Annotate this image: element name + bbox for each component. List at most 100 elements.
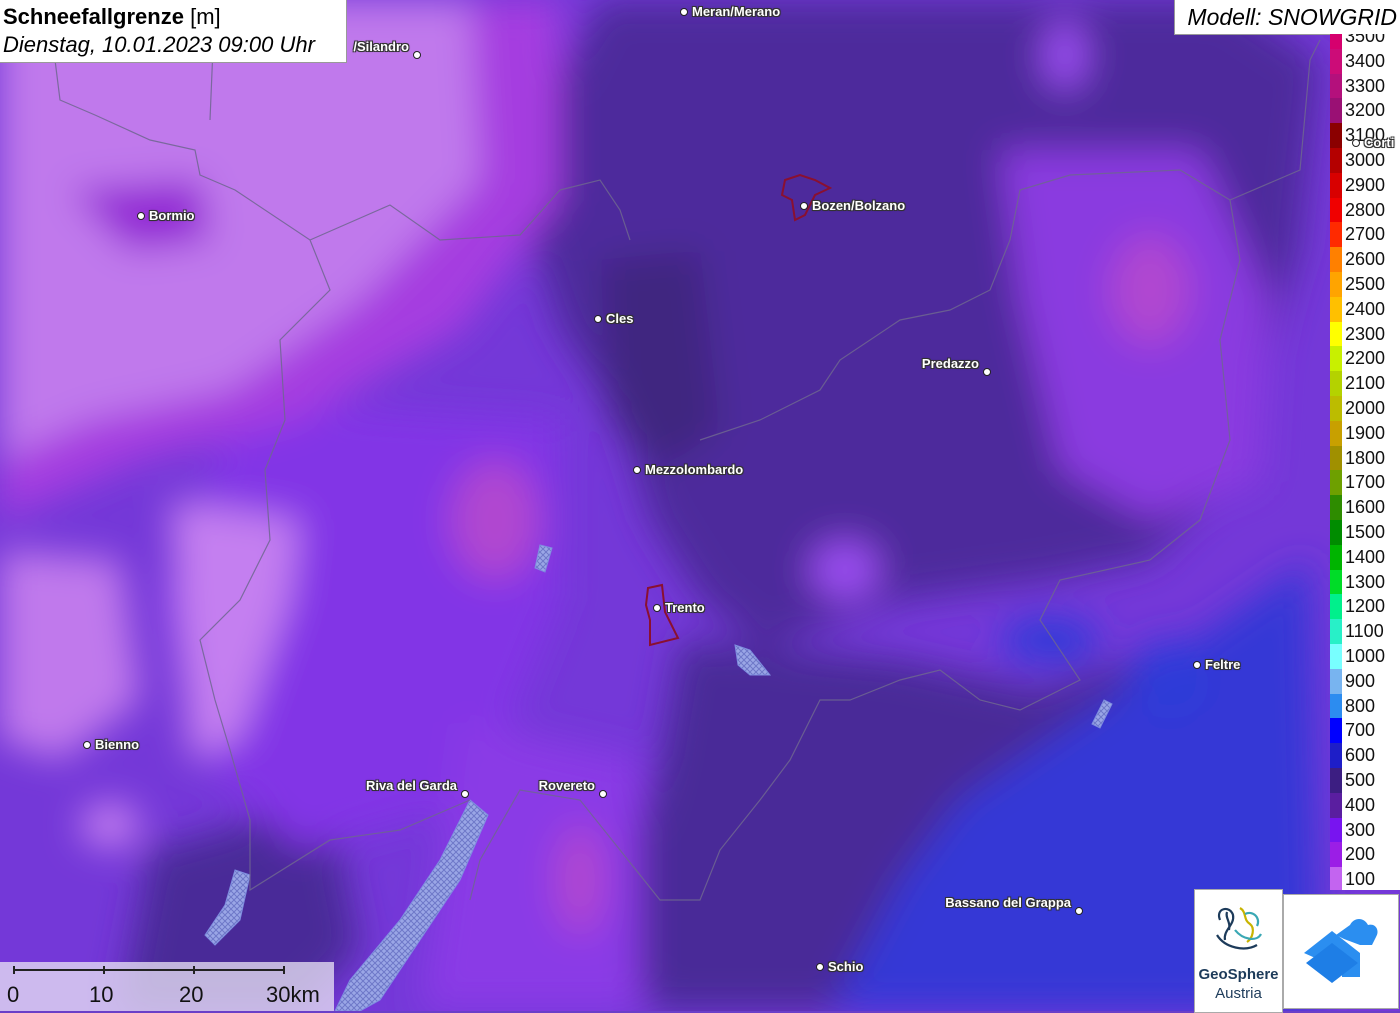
map-title: Schneefallgrenze [m] bbox=[3, 4, 221, 30]
city-label[interactable]: Bormio bbox=[149, 208, 195, 223]
legend-swatch bbox=[1330, 346, 1342, 372]
legend-row: 3000 bbox=[1330, 148, 1400, 173]
city-marker bbox=[679, 7, 688, 16]
legend-swatch bbox=[1330, 34, 1342, 49]
city-label[interactable]: Rovereto bbox=[539, 778, 595, 793]
scale-bar: 0 10 20 30km bbox=[0, 962, 334, 1011]
city-label[interactable]: Riva del Garda bbox=[366, 778, 457, 793]
scale-tick-0: 0 bbox=[7, 982, 20, 1007]
legend-row: 1900 bbox=[1330, 420, 1400, 446]
city-marker bbox=[799, 201, 808, 210]
legend-label: 2100 bbox=[1345, 373, 1386, 394]
legend-label: 2000 bbox=[1345, 398, 1386, 418]
scale-tick-30: 30km bbox=[266, 982, 320, 1007]
zone-100-spot-3 bbox=[80, 803, 140, 847]
legend-row: 1200 bbox=[1330, 594, 1400, 620]
legend-label: 2200 bbox=[1345, 348, 1386, 369]
legend-row: 3300 bbox=[1330, 73, 1400, 99]
legend-swatch bbox=[1330, 569, 1342, 595]
legend-label: 500 bbox=[1345, 770, 1376, 790]
scale-tick-10: 10 bbox=[89, 982, 114, 1007]
legend-swatch bbox=[1330, 98, 1342, 124]
geosphere-logo[interactable]: GeoSphere Austria bbox=[1194, 889, 1283, 1013]
legend-row: 200 bbox=[1330, 842, 1400, 868]
zone-400-spot-south bbox=[555, 825, 605, 935]
legend-row: 1800 bbox=[1330, 445, 1400, 471]
legend-swatch bbox=[1330, 470, 1342, 496]
zone-200-spot-1 bbox=[810, 540, 880, 600]
legend-label: 900 bbox=[1345, 670, 1376, 691]
snowfall-map[interactable] bbox=[0, 0, 1400, 1011]
city-label[interactable]: Mezzolombardo bbox=[645, 462, 743, 477]
legend-row: 1000 bbox=[1330, 644, 1400, 669]
city-label[interactable]: Cles bbox=[606, 311, 633, 326]
legend-swatch bbox=[1330, 544, 1342, 570]
legend-label: 2500 bbox=[1345, 274, 1386, 294]
legend-swatch bbox=[1330, 197, 1342, 223]
legend-swatch bbox=[1330, 73, 1342, 99]
legend-label: 1000 bbox=[1345, 646, 1386, 666]
zone-400-spot-west bbox=[450, 460, 540, 580]
legend-swatch bbox=[1330, 619, 1342, 644]
legend-label: 1800 bbox=[1345, 447, 1386, 468]
title-main: Schneefallgrenze bbox=[3, 4, 184, 29]
legend-label: 1900 bbox=[1345, 422, 1386, 443]
legend-row: 3500 bbox=[1330, 34, 1400, 49]
legend-swatch bbox=[1330, 222, 1342, 248]
title-unit: [m] bbox=[190, 4, 221, 29]
legend-row: 3200 bbox=[1330, 98, 1400, 124]
legend-row: 3400 bbox=[1330, 48, 1400, 74]
city-marker bbox=[1192, 660, 1201, 669]
logo-line-2: Austria bbox=[1215, 985, 1262, 1002]
legend-row: 2600 bbox=[1330, 247, 1400, 272]
legend-swatch bbox=[1330, 247, 1342, 272]
legend-label: 1600 bbox=[1345, 497, 1386, 518]
city-label[interactable]: Trento bbox=[665, 600, 705, 615]
city-marker bbox=[652, 603, 661, 612]
legend-row: 300 bbox=[1330, 817, 1400, 843]
legend-row: 400 bbox=[1330, 792, 1400, 818]
legend-row: 1400 bbox=[1330, 544, 1400, 570]
legend-row: 2200 bbox=[1330, 346, 1400, 372]
zone-700-feltre bbox=[1000, 618, 1100, 662]
legend-row: 1300 bbox=[1330, 569, 1400, 595]
model-panel: Modell: SNOWGRID bbox=[1174, 0, 1400, 35]
city-label[interactable]: /Silandro bbox=[353, 39, 409, 54]
legend-label: 2800 bbox=[1345, 199, 1386, 220]
city-label[interactable]: Meran/Merano bbox=[692, 4, 780, 19]
legend-swatch bbox=[1330, 148, 1342, 173]
legend-swatch bbox=[1330, 743, 1342, 768]
legend-row: 1500 bbox=[1330, 520, 1400, 545]
legend-swatch bbox=[1330, 396, 1342, 421]
legend-swatch bbox=[1330, 867, 1342, 890]
cloud-logo[interactable] bbox=[1283, 894, 1399, 1009]
legend-label: 2600 bbox=[1345, 249, 1386, 270]
city-label[interactable]: Bassano del Grappa bbox=[945, 895, 1071, 910]
legend-swatch bbox=[1330, 296, 1342, 322]
legend-row: 2900 bbox=[1330, 172, 1400, 198]
cloud-arrow-icon bbox=[1304, 919, 1378, 983]
city-label[interactable]: Predazzo bbox=[922, 356, 979, 371]
city-label[interactable]: Corti bbox=[1364, 135, 1394, 150]
city-label[interactable]: Bozen/Bolzano bbox=[812, 198, 905, 213]
legend-swatch bbox=[1330, 445, 1342, 471]
legend-row: 500 bbox=[1330, 768, 1400, 793]
city-marker bbox=[982, 367, 991, 376]
city-label[interactable]: Schio bbox=[828, 959, 863, 974]
city-marker bbox=[136, 211, 145, 220]
color-legend: 3500 3400 3300 3200 3100 3000 2900 2800 2700 2600… bbox=[1330, 34, 1400, 890]
zone-700-east bbox=[1130, 640, 1210, 720]
legend-label: 600 bbox=[1345, 745, 1376, 766]
title-panel: Schneefallgrenze [m] Dienstag, 10.01.202… bbox=[0, 0, 347, 63]
city-marker bbox=[82, 740, 91, 749]
legend-swatch bbox=[1330, 420, 1342, 446]
legend-row: 2100 bbox=[1330, 371, 1400, 396]
scale-tick-20: 20 bbox=[179, 982, 204, 1007]
city-marker bbox=[412, 50, 421, 59]
legend-row: 2800 bbox=[1330, 197, 1400, 223]
city-label[interactable]: Bienno bbox=[95, 737, 139, 752]
city-label[interactable]: Feltre bbox=[1205, 657, 1240, 672]
legend-label: 3400 bbox=[1345, 50, 1386, 71]
legend-label: 1100 bbox=[1345, 621, 1384, 642]
legend-swatch bbox=[1330, 718, 1342, 744]
